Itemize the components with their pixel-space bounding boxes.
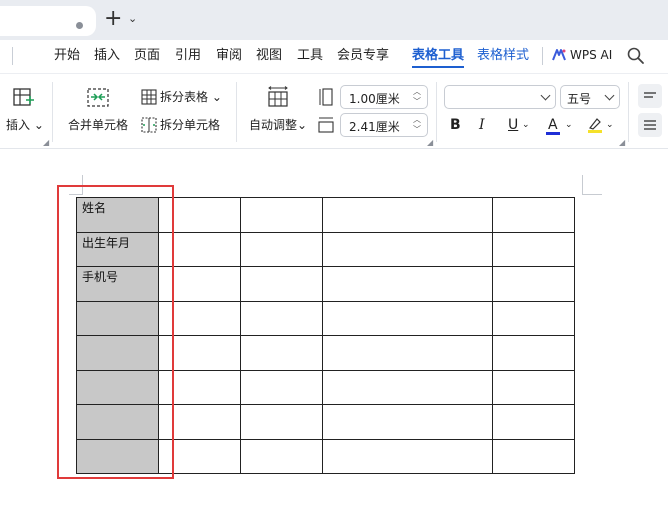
search-icon[interactable] [626,46,646,66]
group-expand-icon[interactable]: ◢ [43,138,49,147]
group-expand-icon[interactable]: ◢ [427,138,433,147]
selection-highlight-box [57,185,174,479]
menu-start[interactable]: 开始 [54,48,80,64]
bold-button[interactable]: B [450,116,461,134]
menu-page[interactable]: 页面 [134,48,160,64]
document-tab[interactable] [0,6,96,36]
autofit-icon[interactable] [266,86,290,110]
table-cell[interactable] [240,197,323,233]
table-cell[interactable] [492,335,575,371]
active-tab-indicator [412,66,464,68]
table-cell[interactable] [240,300,323,336]
stepper-arrows-icon[interactable]: ︿ ﹀ [413,87,421,107]
table-cell[interactable] [240,369,323,405]
ribbon-divider [236,82,237,142]
menu-insert[interactable]: 插入 [94,48,120,64]
table-cell[interactable] [492,369,575,405]
font-name-select[interactable] [444,85,556,109]
menu-divider [542,47,543,65]
merge-cells-button[interactable]: 合并单元格 [68,117,128,133]
font-color-dropdown-icon[interactable]: ⌄ [565,116,573,134]
chevron-down-icon [540,90,551,101]
column-width-icon [318,117,334,133]
ribbon-divider [628,82,629,142]
table-cell[interactable] [240,438,323,474]
autofit-dropdown[interactable]: 自动调整⌄ [249,117,307,133]
table-cell[interactable] [322,197,493,233]
underline-dropdown-icon[interactable]: ⌄ [522,116,530,134]
wps-ai-label: WPS AI [570,48,613,62]
paragraph-format-button[interactable] [638,84,662,108]
font-color-bar [546,132,560,135]
wps-ai-button[interactable]: WPS AI [552,47,612,63]
unsaved-dot-icon [76,22,83,29]
table-cell[interactable] [492,438,575,474]
table-cell[interactable] [322,300,493,336]
menu-table-style[interactable]: 表格样式 [477,48,529,64]
table-cell[interactable] [240,335,323,371]
menu-table-tools[interactable]: 表格工具 [412,48,464,64]
table-cell[interactable] [322,231,493,267]
split-table-dropdown[interactable]: 拆分表格 ⌄ [160,89,222,105]
menu-reference[interactable]: 引用 [175,48,201,64]
merge-cells-icon[interactable] [86,86,110,110]
stepper-arrows-icon[interactable]: ︿ ﹀ [413,115,421,135]
table-cell[interactable] [492,197,575,233]
chevron-down-icon [604,90,615,101]
menu-tools[interactable]: 工具 [297,48,323,64]
font-size-value: 五号 [567,92,592,106]
menu-member[interactable]: 会员专享 [337,48,389,64]
menu-review[interactable]: 审阅 [216,48,242,64]
table-cell[interactable] [492,404,575,440]
split-table-icon[interactable] [141,89,157,105]
table-cell[interactable] [322,335,493,371]
italic-button[interactable]: I [479,116,485,134]
insert-dropdown[interactable]: 插入 ⌄ [6,117,44,133]
highlight-pen-icon[interactable] [586,116,604,134]
column-width-stepper[interactable]: 2.41厘米 ︿ ﹀ [340,113,428,137]
tab-list-chevron-icon[interactable]: ⌄ [128,12,137,25]
paragraph-list-button[interactable] [638,113,662,137]
table-cell[interactable] [492,266,575,302]
table-cell[interactable] [492,231,575,267]
table-cell[interactable] [322,369,493,405]
split-cells-icon[interactable] [141,117,157,133]
tab-strip: + ⌄ [0,0,668,40]
list-icon [644,120,656,130]
table-cell[interactable] [240,266,323,302]
group-expand-icon[interactable]: ◢ [619,138,625,147]
insert-table-icon[interactable] [12,86,36,110]
table-cell[interactable] [322,404,493,440]
table-cell[interactable] [240,404,323,440]
page-margin-corner [582,175,602,195]
column-width-value: 2.41厘米 [349,120,400,134]
menu-view[interactable]: 视图 [256,48,282,64]
table-cell[interactable] [240,231,323,267]
align-icon [644,92,656,98]
ribbon-divider [436,82,437,142]
wps-ai-logo-icon [552,49,566,61]
row-height-value: 1.00厘米 [349,92,400,106]
ribbon-divider [52,82,53,142]
font-size-select[interactable]: 五号 [560,85,620,109]
row-height-icon [319,88,333,106]
highlight-dropdown-icon[interactable]: ⌄ [606,116,614,134]
table-cell[interactable] [322,266,493,302]
table-cell[interactable] [492,300,575,336]
row-height-stepper[interactable]: 1.00厘米 ︿ ﹀ [340,85,428,109]
new-tab-button[interactable]: + [104,8,122,30]
split-cells-button[interactable]: 拆分单元格 [160,117,220,133]
menu-divider [12,47,13,65]
underline-button[interactable]: U [508,116,518,134]
table-cell[interactable] [322,438,493,474]
